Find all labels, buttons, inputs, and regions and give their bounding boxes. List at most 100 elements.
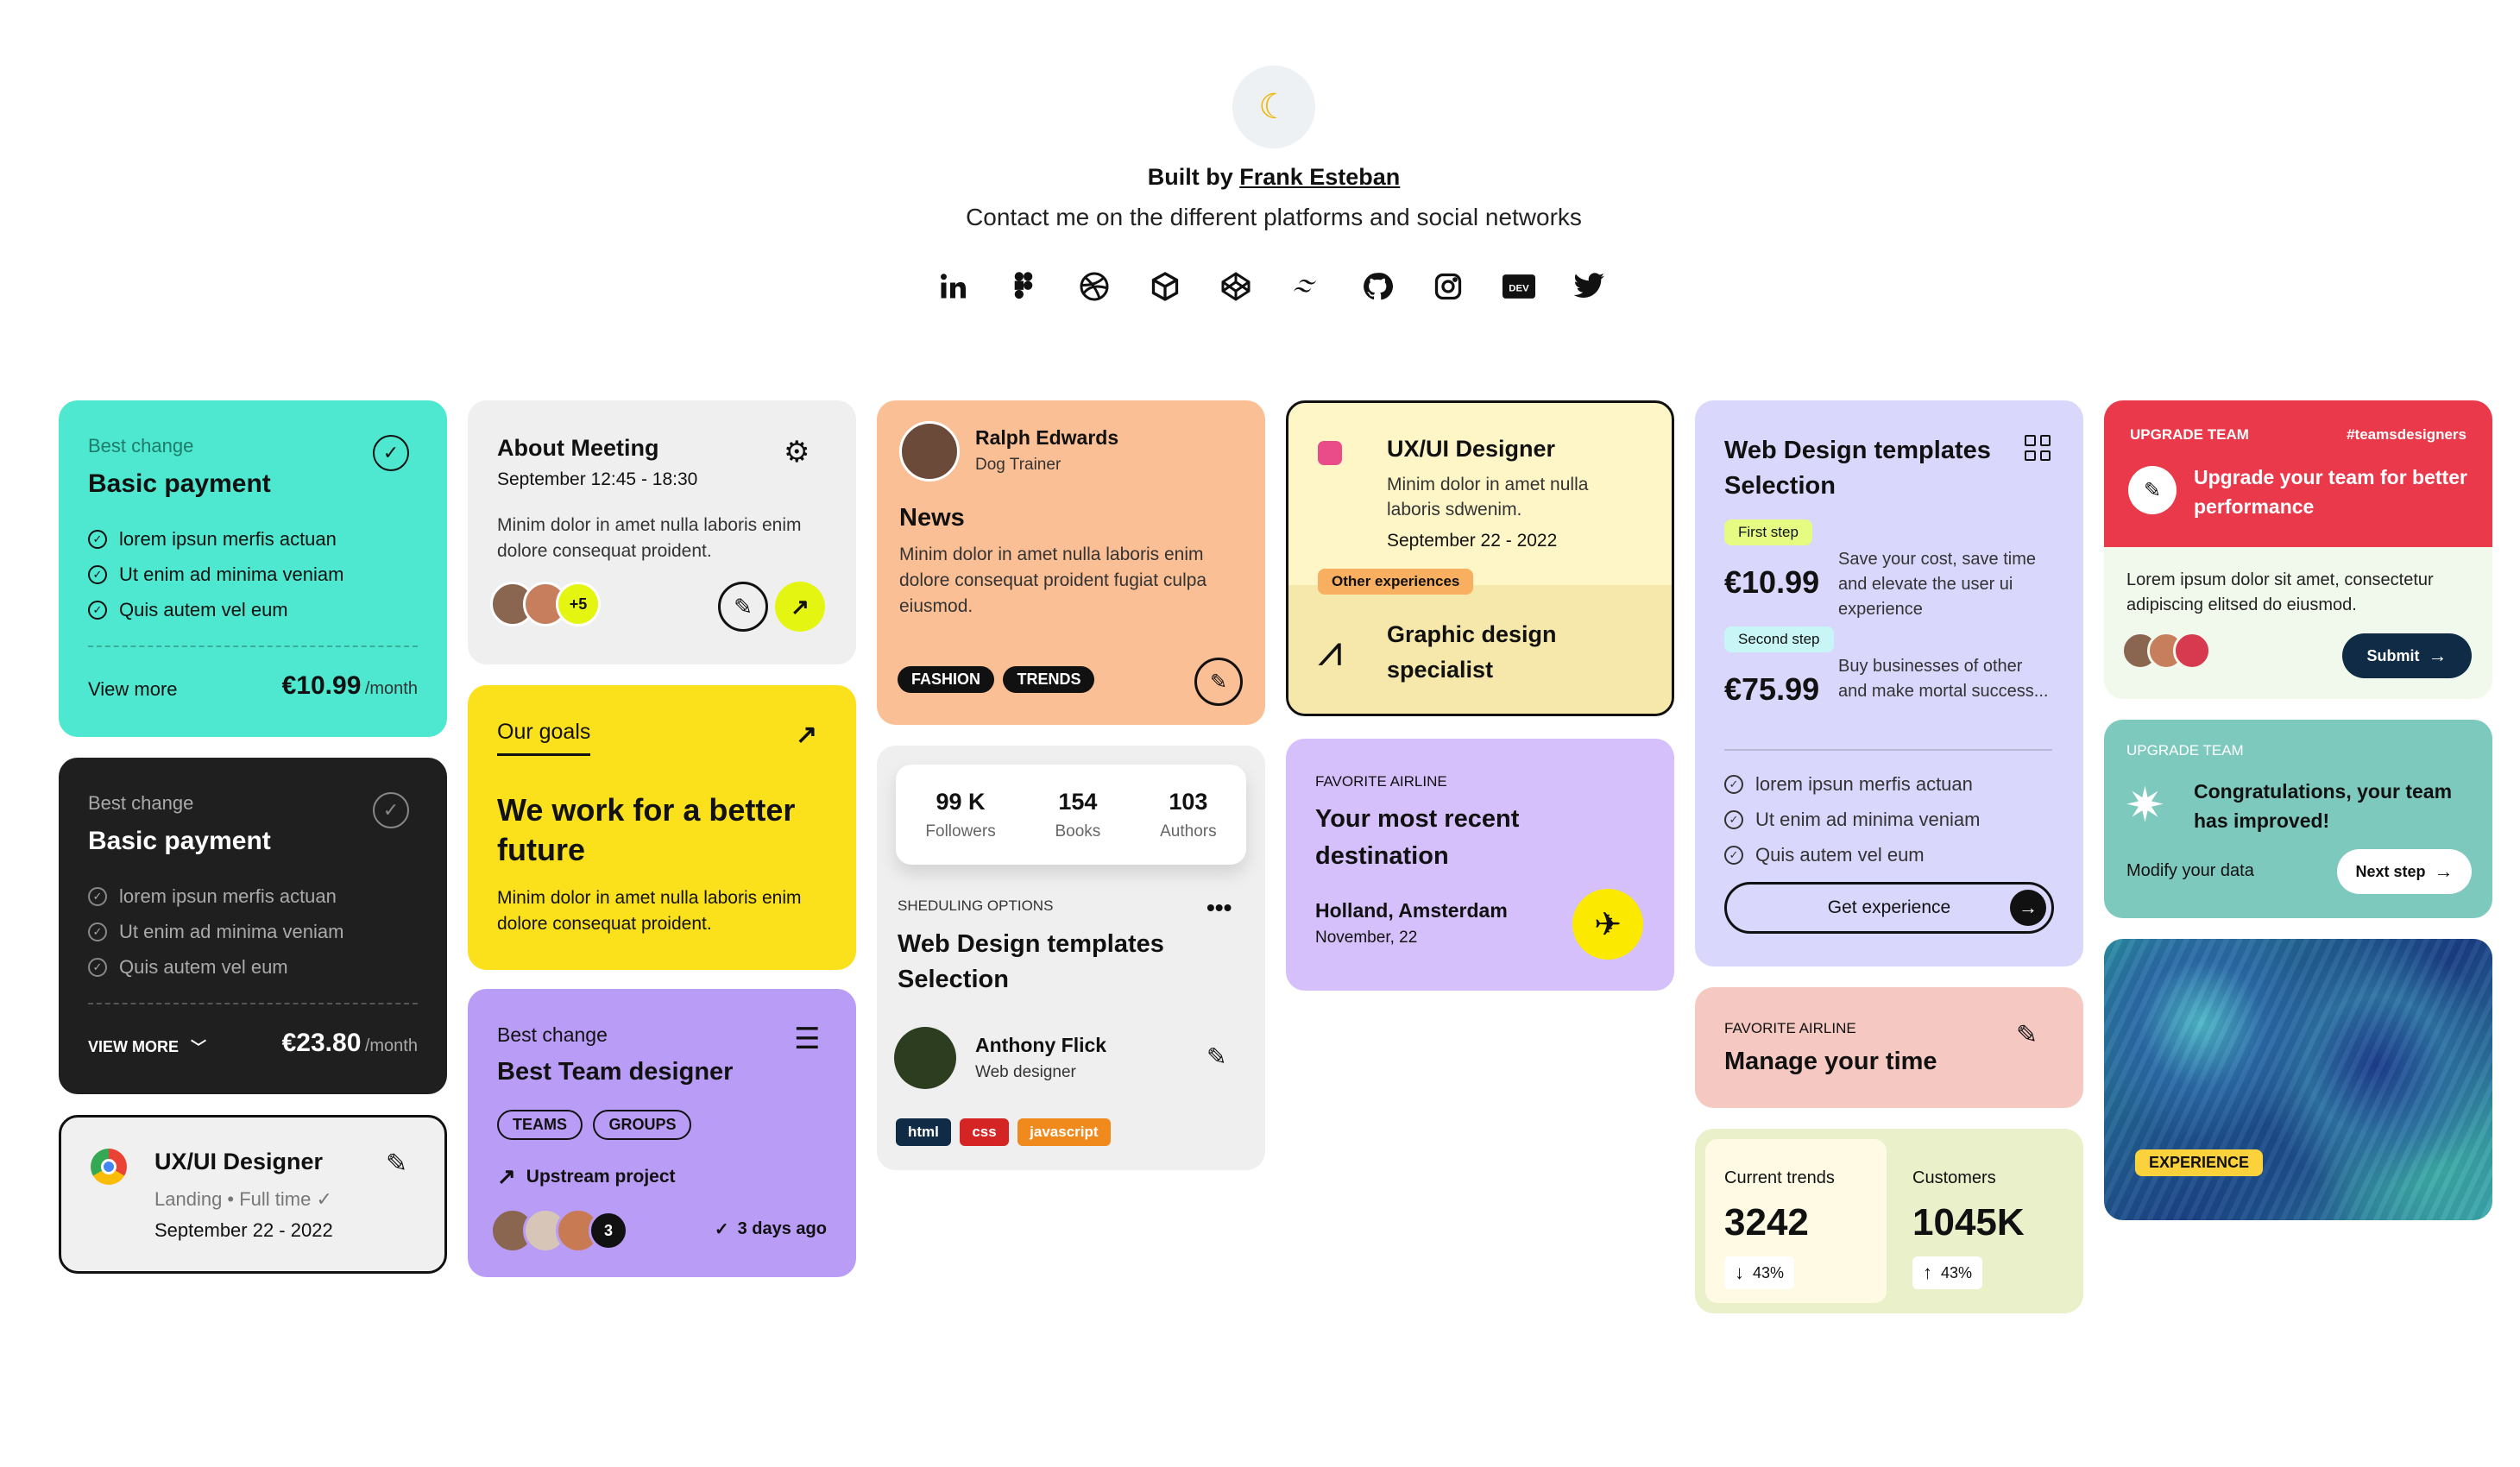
trend-value: 1045K [1912,1201,2025,1243]
linkedin-icon[interactable] [936,269,970,304]
dev-icon[interactable]: DEV [1502,269,1536,304]
built-by-label: Built by [1147,164,1240,190]
box-icon[interactable] [1148,269,1182,304]
built-by: Built by Frank Esteban [0,164,2520,191]
person-role: Web designer [975,1063,1076,1081]
job-meta: Landing • Full time ✓ [154,1188,332,1211]
experience-date: September 22 - 2022 [1387,531,1558,551]
check-circle-icon[interactable]: ✓ [373,435,409,471]
experience-title: UX/UI Designer [1387,436,1556,462]
check-icon: ✓ [88,529,107,549]
tag-javascript[interactable]: javascript [1017,1118,1111,1146]
next-step-button[interactable]: Next step → [2337,849,2472,894]
check-icon: ✓ [88,886,107,906]
arrow-up-right-icon[interactable]: ↗ [796,720,817,750]
avatar [899,421,960,482]
news-title: News [899,504,965,532]
project-row: ↗ Upstream project [497,1163,676,1190]
figma-icon[interactable] [1006,269,1041,304]
second-step-badge: Second step [1724,626,1834,652]
get-experience-button[interactable]: Get experience → [1724,882,2054,934]
airplane-button[interactable]: ✈ [1572,889,1643,960]
job-date: September 22 - 2022 [154,1219,333,1241]
arrow-up-icon: ↑ [1923,1262,1932,1283]
gear-icon[interactable]: ⚙ [784,435,810,469]
dribbble-icon[interactable] [1077,269,1112,304]
tailwind-icon[interactable] [1289,269,1324,304]
modify-data-link[interactable]: Modify your data [2126,861,2254,881]
edit-pencil-icon[interactable]: ✎ [2016,1020,2038,1050]
feature-item: ✓ Ut enim ad minima veniam [88,914,343,949]
feature-item: ✓ Quis autem vel eum [88,592,343,627]
edit-pencil-icon[interactable]: ✎ [2128,466,2177,514]
feature-label: Quis autem vel eum [119,955,288,978]
feature-item: ✓ Quis autem vel eum [88,949,343,985]
arrow-right-icon: → [2010,890,2046,926]
trend-change: ↑ 43% [1912,1256,1983,1289]
tag-html[interactable]: html [896,1118,951,1146]
goals-kicker: Our goals [497,720,591,756]
more-options-icon[interactable]: ••• [1206,894,1232,922]
goals-card: Our goals ↗ We work for a better future … [468,685,856,970]
codepen-icon[interactable] [1219,269,1253,304]
dribbble-logo-icon [1318,441,1342,465]
github-icon[interactable] [1360,269,1395,304]
updated-ago: ✓ 3 days ago [715,1218,827,1240]
view-more-label: VIEW MORE [88,1037,180,1055]
experience-badge[interactable]: EXPERIENCE [2135,1149,2264,1176]
feature-label: Ut enim ad minima veniam [119,563,344,585]
news-tags: FASHION TRENDS [898,666,1095,693]
scheduling-title: Web Design templates Selection [898,930,1164,993]
submit-button[interactable]: Submit → [2342,633,2472,678]
stat-value: 154 [1058,788,1098,815]
divider [88,645,418,647]
news-text: Minim dolor in amet nulla laboris enim d… [899,545,1207,616]
instagram-icon[interactable] [1431,269,1465,304]
check-icon: ✓ [88,564,107,584]
trend-panel-customers: Customers 1045K ↑ 43% [1893,1139,2075,1303]
job-meta-label: Landing • Full time [154,1188,312,1210]
job-card: UX/UI Designer Landing • Full time ✓ Sep… [59,1115,447,1274]
author-link[interactable]: Frank Esteban [1239,164,1400,190]
edit-pencil-icon[interactable]: ✎ [386,1149,407,1179]
twitter-icon[interactable] [1572,269,1607,304]
tag-groups[interactable]: GROUPS [593,1110,692,1140]
congrats-title: Congratulations, your team has improved! [2194,780,2453,832]
edit-button[interactable]: ✎ [1194,658,1243,706]
artwork-card: EXPERIENCE [2104,939,2492,1220]
arrow-right-icon: → [2434,860,2454,882]
view-more-link[interactable]: View more [88,678,178,701]
arrow-down-icon: ↓ [1735,1262,1744,1283]
goals-text: Minim dolor in amet nulla laboris enim d… [497,888,802,934]
check-circle-icon[interactable]: ✓ [373,792,409,828]
congrats-kicker: UPGRADE TEAM [2126,742,2244,759]
edit-button[interactable]: ✎ [718,582,768,632]
check-icon: ✓ [1724,774,1743,794]
price-value: €10.99 [281,671,362,700]
theme-toggle-moon-icon[interactable]: ☾ [1232,66,1315,148]
first-step-badge: First step [1724,519,1812,545]
feature-label: Quis autem vel eum [119,598,288,620]
stat-value: 99 K [936,788,986,815]
view-more-link[interactable]: VIEW MORE ﹀ [88,1036,206,1058]
feature-item: ✓ Ut enim ad minima veniam [88,557,343,592]
grid-icon[interactable] [2025,435,2051,461]
card-title: Basic payment [88,827,271,855]
tag-fashion[interactable]: FASHION [898,666,995,693]
feature-label: lorem ipsun merfis actuan [119,527,337,550]
tag-css[interactable]: css [960,1118,1009,1146]
tag-trends[interactable]: TRENDS [1003,666,1095,693]
arrow-up-right-button[interactable]: ↗ [775,582,825,632]
feature-label: Ut enim ad minima veniam [1755,808,1981,830]
menu-icon[interactable]: ☰ [794,1022,820,1056]
feature-list: ✓ lorem ipsun merfis actuan ✓ Ut enim ad m… [1724,766,1980,872]
attendees: +5 [490,582,601,626]
check-icon: ✓ [714,1220,729,1239]
divider [88,1003,418,1004]
tag-teams[interactable]: TEAMS [497,1110,583,1140]
card-kicker: Best change [88,435,194,456]
edit-pencil-icon[interactable]: ✎ [1206,1042,1226,1071]
person-name: Anthony Flick [975,1034,1107,1056]
ago-label: 3 days ago [737,1219,827,1238]
other-experiences-badge[interactable]: Other experiences [1318,569,1474,595]
